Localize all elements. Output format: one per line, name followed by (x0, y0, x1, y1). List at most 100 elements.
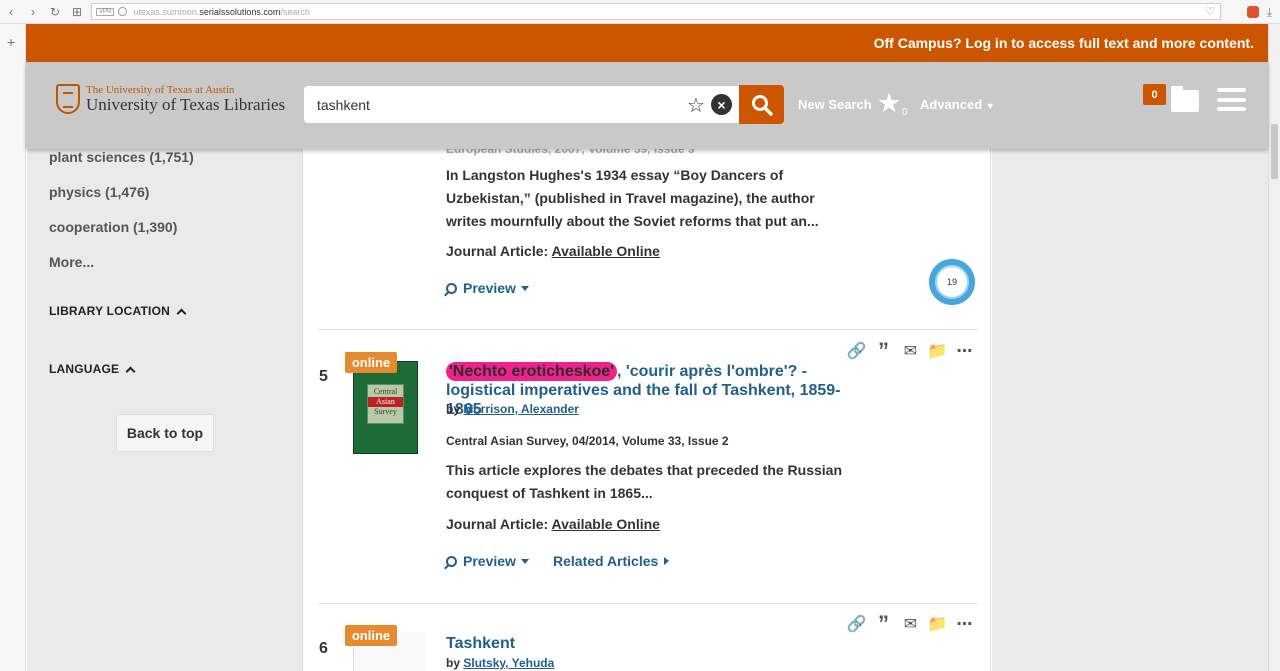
caret-down-icon (520, 558, 529, 564)
library-location-toggle[interactable]: LIBRARY LOCATION (49, 304, 187, 319)
cite-icon[interactable]: ” (875, 338, 892, 363)
hamburger-menu-icon[interactable] (1217, 88, 1246, 111)
email-icon[interactable]: ✉ (902, 616, 919, 633)
result-title-link[interactable]: Tashkent (446, 634, 856, 653)
cover-thumbnail[interactable]: Central Asian Survey (353, 361, 418, 454)
caret-down-icon (520, 285, 529, 291)
refine-sidebar: plant sciences (1,751) physics (1,476) c… (27, 149, 302, 671)
back-to-top-button[interactable]: Back to top (116, 414, 214, 452)
email-icon[interactable]: ✉ (902, 343, 919, 360)
browser-sidebar: + (0, 24, 26, 671)
add-to-folder-icon[interactable]: 📁 (928, 616, 948, 633)
prev-available-online-link[interactable]: Available Online (552, 243, 660, 259)
globe-icon (118, 7, 128, 16)
download-icon[interactable]: ⤓ (1267, 5, 1272, 20)
facet-plant-sciences[interactable]: plant sciences (1,751) (49, 149, 194, 165)
grid-icon[interactable]: ⊞ (66, 1, 88, 23)
off-campus-link[interactable]: Off Campus? Log in to access full text a… (874, 35, 1254, 51)
cover-line-2: Asian (368, 397, 403, 407)
preview-toggle[interactable]: Preview (446, 553, 529, 569)
magnifier-icon (446, 555, 457, 567)
altmetric-badge[interactable]: 19 (929, 259, 975, 305)
type-label: Journal Article: (446, 516, 549, 532)
advanced-search-dropdown[interactable]: Advanced ▼ (920, 97, 995, 112)
language-toggle[interactable]: LANGUAGE (49, 362, 136, 377)
cover-line-3: Survey (374, 407, 397, 416)
related-articles-link[interactable]: Related Articles (553, 553, 670, 569)
search-icon (751, 94, 773, 116)
title-highlight: 'Nechto eroticheskoe' (446, 362, 617, 381)
result-snippet: This article explores the debates that p… (446, 462, 843, 501)
clear-search-icon[interactable]: × (711, 94, 732, 115)
reload-icon[interactable]: ↻ (44, 1, 66, 23)
prev-type-label: Journal Article: (446, 243, 549, 259)
browser-toolbar: ‹ › ↻ ⊞ VPN utexas.summon. serialssolutio… (0, 0, 1280, 24)
forward-icon[interactable]: › (22, 1, 44, 23)
result-content-type: Journal Article: Available Online (446, 516, 660, 532)
add-to-folder-icon[interactable]: 📁 (928, 343, 948, 360)
chevron-down-icon: ▼ (985, 101, 995, 111)
heart-icon[interactable]: ♡ (1205, 5, 1215, 18)
more-options-icon[interactable]: ⋯ (956, 343, 973, 360)
facet-cooperation[interactable]: cooperation (1,390) (49, 219, 177, 235)
ut-shield-icon (56, 84, 80, 114)
extension-icon[interactable] (1246, 6, 1259, 18)
back-icon[interactable]: ‹ (0, 1, 22, 23)
chevron-up-icon (176, 308, 187, 319)
saved-items-star-icon[interactable]: ★ (877, 88, 901, 119)
new-search-link[interactable]: New Search (798, 97, 872, 112)
result-rank: 6 (319, 640, 328, 657)
add-panel-icon[interactable]: + (7, 34, 15, 50)
result-source: Central Asian Survey, 04/2014, Volume 33… (446, 434, 729, 448)
save-search-star-icon[interactable]: ☆ (687, 93, 705, 118)
prev-preview-label: Preview (463, 280, 516, 296)
author-link[interactable]: Morrison, Alexander (463, 402, 579, 416)
result-byline: by Slutsky, Yehuda (446, 656, 554, 670)
more-options-icon[interactable]: ⋯ (956, 616, 973, 633)
chevron-up-icon (125, 366, 136, 377)
caret-right-icon (664, 557, 670, 565)
results-list: European Studies, 2007, Volume 59, Issue… (302, 142, 991, 671)
advanced-label: Advanced (920, 97, 983, 112)
cover-line-1: Central (373, 387, 398, 396)
result-divider (319, 603, 977, 604)
folder-count-badge: 0 (1143, 84, 1166, 105)
result-rank: 5 (319, 368, 328, 385)
folder-icon[interactable] (1171, 86, 1199, 112)
facet-physics[interactable]: physics (1,476) (49, 184, 149, 200)
cover-title: Central Asian Survey (367, 384, 404, 424)
link-icon[interactable]: 🔗 (847, 616, 867, 633)
by-label: by (446, 402, 461, 416)
cite-icon[interactable]: ” (875, 611, 892, 636)
prev-snippet: In Langston Hughes's 1934 essay “Boy Dan… (446, 167, 819, 229)
preview-label: Preview (463, 553, 516, 569)
link-icon[interactable]: 🔗 (847, 343, 867, 360)
site-header: The University of Texas at Austin Univer… (26, 62, 1268, 149)
facet-more-link[interactable]: More... (49, 254, 94, 270)
available-online-link[interactable]: Available Online (552, 516, 660, 532)
address-bar[interactable]: VPN utexas.summon. serialssolutions.com/s… (91, 3, 1221, 20)
library-logo[interactable]: The University of Texas at Austin Univer… (56, 84, 285, 114)
language-label: LANGUAGE (49, 362, 120, 376)
page-scrollbar[interactable] (1268, 24, 1280, 671)
search-button[interactable] (739, 85, 784, 124)
right-rail (992, 149, 1268, 671)
logo-line-2: University of Texas Libraries (86, 95, 286, 114)
result-byline: by Morrison, Alexander (446, 402, 579, 416)
prev-preview-toggle[interactable]: Preview (446, 280, 529, 296)
online-badge: online (345, 625, 397, 646)
off-campus-banner[interactable]: Off Campus? Log in to access full text a… (26, 24, 1268, 62)
author-link[interactable]: Slutsky, Yehuda (463, 656, 554, 670)
url-path: /search (280, 6, 310, 17)
online-badge: online (345, 352, 397, 373)
result-divider (319, 329, 977, 330)
vpn-badge[interactable]: VPN (96, 7, 115, 16)
by-label: by (446, 656, 461, 670)
scrollbar-thumb[interactable] (1271, 124, 1278, 179)
search-input[interactable]: tashkent (304, 86, 739, 123)
url-prefix: utexas.summon. (133, 6, 200, 17)
related-label: Related Articles (553, 553, 659, 569)
result-actions: 🔗 ” ✉ 📁 ⋯ (847, 338, 973, 363)
url-host: serialssolutions.com (199, 6, 281, 17)
magnifier-icon (446, 282, 457, 294)
